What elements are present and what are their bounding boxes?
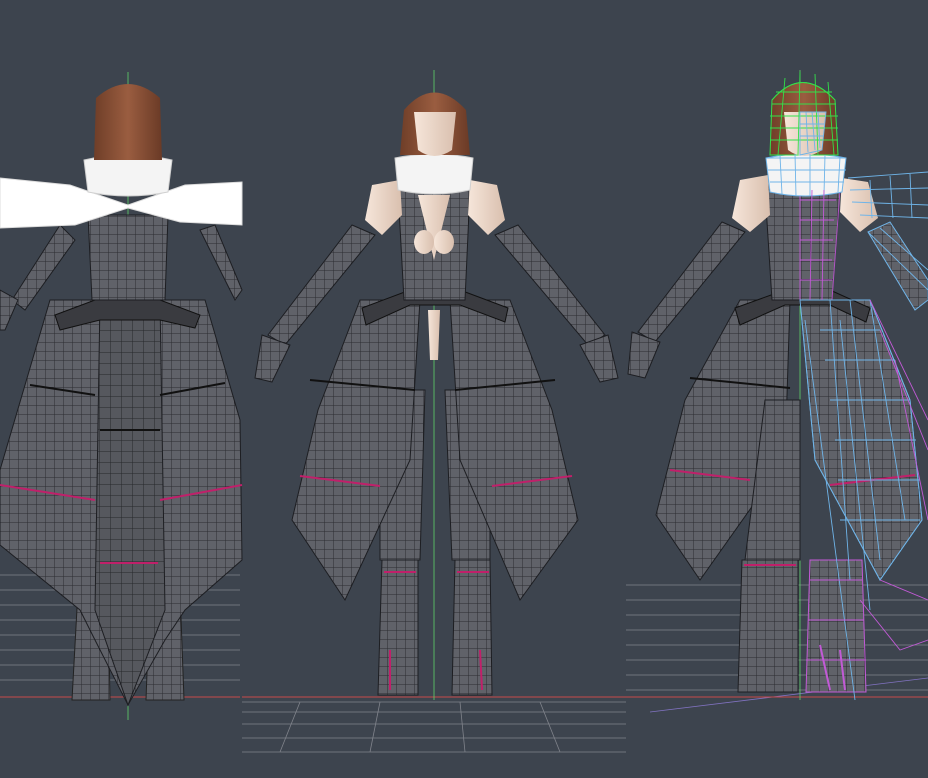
wireframe-overlay-model-icon[interactable] — [627, 71, 928, 701]
viewport-3d-canvas[interactable] — [0, 0, 928, 778]
front-view-model-icon[interactable] — [254, 92, 619, 696]
back-view-model-icon[interactable] — [0, 84, 243, 707]
